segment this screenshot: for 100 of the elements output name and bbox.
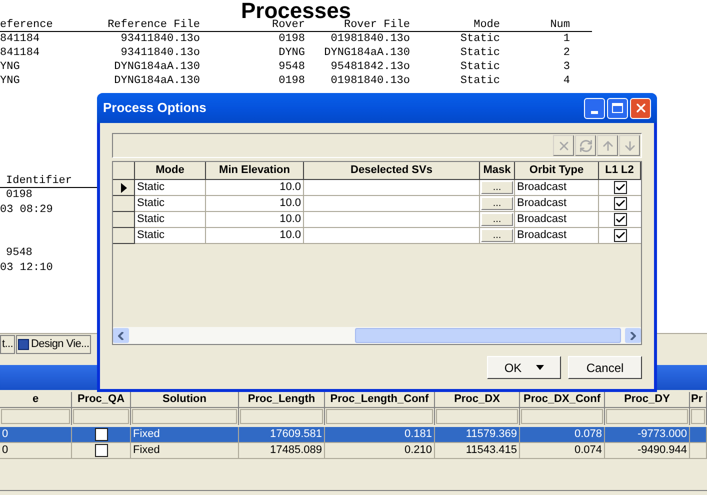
current-row-icon [120,182,126,192]
report-cell: 0198 [278,74,305,87]
table-cell-text: 11543.415 [466,443,517,458]
report-cell: 0198 [278,32,305,45]
grid-row[interactable]: 0 Fixed 17485.089 0.210 11543.415 0.074 -9490.944 [0,443,707,459]
report-cell: DYNG184aA.130 [324,46,410,59]
column-header: Rover [272,19,305,31]
checkbox[interactable] [614,181,626,194]
table-cell-text: 0.074 [574,443,602,458]
table-cell-text: Fixed [133,427,160,442]
table-cell-text: Broadcast [517,196,567,212]
table-cell-text: 17485.089 [270,443,322,458]
filter-field[interactable] [521,409,603,424]
mask-button[interactable]: ... [481,197,513,210]
column-header: Num [550,19,570,31]
column-header[interactable]: Pr [690,392,707,408]
table-cell-text: -9773.000 [637,427,687,442]
report-cell: DYNG [278,46,305,59]
dialog-button[interactable]: Cancel [568,356,642,379]
mask-button[interactable]: ... [481,181,513,194]
column-header[interactable]: Proc_QA [72,392,131,408]
grid-row[interactable]: 0 Fixed 17609.581 0.181 11579.369 0.078 -9773.000 [0,427,707,443]
report-text: 03 12:10 [0,261,53,276]
close-icon [634,101,648,115]
column-header: Reference File [108,19,200,31]
table-cell-text: 0.181 [404,427,432,442]
column-header[interactable]: Solution [131,392,239,408]
column-header[interactable]: Proc_DX_Conf [520,392,605,408]
checkbox[interactable] [614,197,626,210]
mask-button[interactable]: ... [481,229,513,242]
report-cell: 4 [563,74,570,87]
filter-field[interactable] [132,409,237,424]
report-text: 0198 [6,188,32,204]
table-cell-text: 10.0 [280,212,301,228]
refresh-icon [578,138,592,152]
close-button[interactable] [630,98,651,118]
table-cell-text: 0.210 [404,443,432,458]
column-header[interactable]: e [0,392,72,408]
minimize-button[interactable] [584,98,605,118]
tab[interactable]: Design Vie... [16,335,92,354]
horizontal-scrollbar[interactable] [113,327,641,344]
report-cell: Static [460,46,500,59]
report-cell: Static [460,32,500,45]
column-header: eference [0,19,53,31]
report-cell: DYNG184aA.130 [114,74,200,87]
mask-button[interactable]: ... [481,213,513,226]
report-text: 9548 [6,246,32,262]
column-header[interactable]: Proc_Length [239,392,325,408]
report-cell: 95481842.13o [330,60,410,73]
scroll-right-button[interactable] [625,328,641,343]
tab[interactable]: t... [0,335,16,354]
filter-field[interactable] [326,409,433,424]
report-cell: Static [460,60,500,73]
checkbox[interactable] [94,444,108,457]
report-cell: YNG [0,60,20,73]
filter-field[interactable] [436,409,518,424]
filter-field[interactable] [240,409,323,424]
table-cell-text: Broadcast [517,180,567,196]
column-header[interactable]: Proc_DX [435,392,520,408]
column-header: Rover File [344,19,410,31]
report-cell: 9548 [278,60,305,73]
table-cell-text: 0 [2,443,8,458]
report-cell: 93411840.13o [120,32,200,45]
table-cell-text: 10.0 [280,196,301,212]
report-cell: 01981840.13o [330,74,410,87]
table-cell-text: 10.0 [280,228,301,244]
report-cell: 1 [563,32,570,45]
filter-field[interactable] [606,409,688,424]
filter-field[interactable] [1,409,70,424]
table-cell-text: Fixed [133,443,160,458]
report-cell: 93411840.13o [120,46,200,59]
checkbox[interactable] [614,213,626,226]
filter-field[interactable] [691,409,705,424]
table-cell-text: Static [137,212,165,228]
report-cell: 3 [563,60,570,73]
chevron-right-icon [630,332,636,340]
caret-icon [536,365,544,370]
report-cell: 841184 [0,32,40,45]
report-cell: 2 [563,46,570,59]
report-cell: Static [460,74,500,87]
maximize-icon [612,103,623,113]
column-header: Mode [474,19,500,31]
table-cell-text: 17609.581 [270,427,322,442]
dialog-title: Process Options [103,99,208,118]
filter-field[interactable] [73,409,129,424]
column-header: Identifier [6,175,72,187]
checkbox[interactable] [94,428,108,441]
maximize-button[interactable] [607,98,628,118]
split-button[interactable]: OK [487,356,561,379]
checkbox[interactable] [614,229,626,242]
table-cell-text: Static [137,228,165,244]
table-cell-text: Broadcast [517,228,567,244]
scroll-left-button[interactable] [113,328,129,343]
column-header[interactable]: Proc_Length_Conf [325,392,435,408]
chevron-left-icon [118,332,124,340]
scroll-thumb[interactable] [355,328,621,343]
report-cell: 841184 [0,46,40,59]
table-cell-text: 11579.369 [466,427,517,442]
table-cell-text: 10.0 [280,180,301,196]
column-header[interactable]: Proc_DY [605,392,690,408]
